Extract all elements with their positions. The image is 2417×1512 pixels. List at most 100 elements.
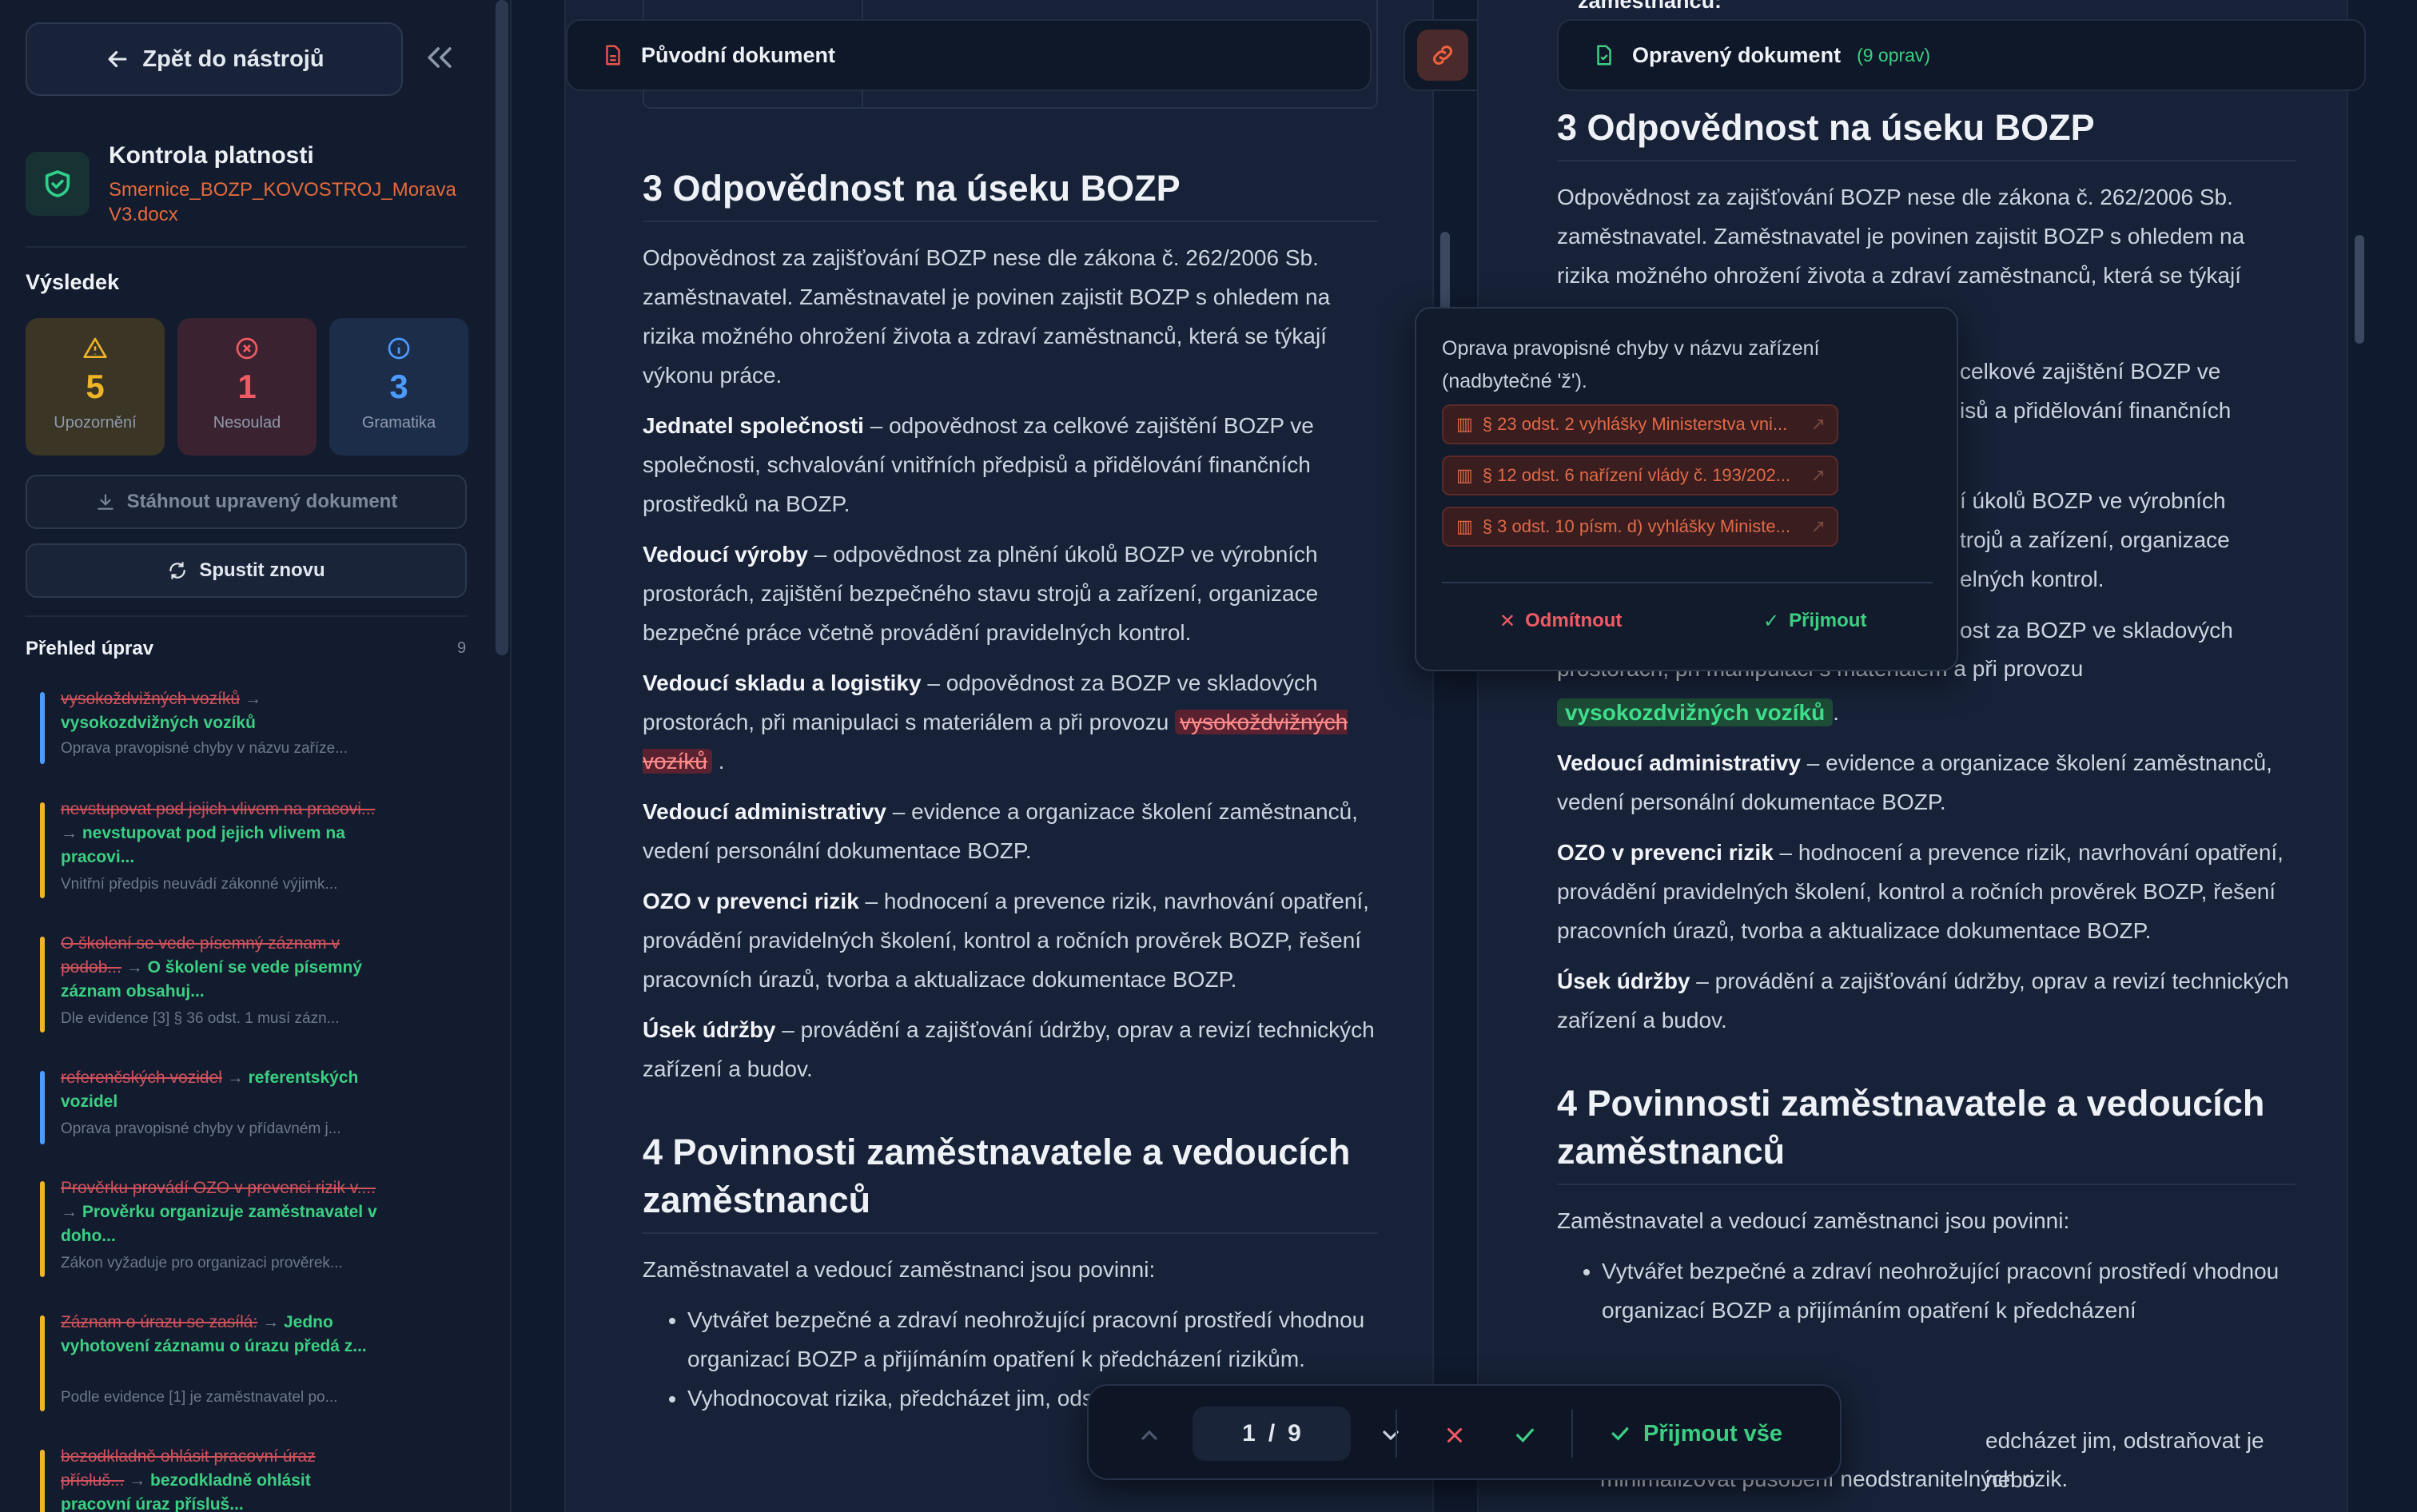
sidebar-scrollbar[interactable] [496, 0, 508, 655]
reject-button[interactable]: ✕ Odmítnout [1499, 601, 1622, 641]
correction-explanation: Oprava pravopisné chyby v názvu zařízení… [1442, 337, 1820, 392]
edit-type-bar [40, 692, 45, 764]
document-filename: Smernice_BOZP_KOVOSTROJ_Morava V3.docx [109, 179, 456, 225]
legal-reference-chip[interactable]: ▥ § 12 odst. 6 nařízení vlády č. 193/202… [1442, 456, 1838, 495]
highlighted-fix[interactable]: vysokozdvižných vozíků [1557, 698, 1834, 726]
reference-label: § 12 odst. 6 nařízení vlády č. 193/202..… [1482, 465, 1791, 485]
arrow-right-icon: → [129, 1471, 151, 1490]
paragraph: Zaměstnavatel a vedoucí zaměstnanci jsou… [1557, 1208, 2070, 1233]
reject-current-button[interactable] [1432, 1413, 1477, 1458]
stat-value: 3 [389, 368, 408, 405]
arrow-right-icon: → [61, 824, 82, 842]
text-fragment: elných kontrol. [1960, 567, 2104, 591]
sidebar: Zpět do nástrojů Kontrola platnosti Smer… [0, 0, 512, 1512]
section-heading: 3 Odpovědnost na úseku BOZP [643, 165, 1378, 222]
scrollbar[interactable] [2355, 235, 2364, 344]
rerun-button[interactable]: Spustit znovu [26, 543, 467, 598]
accept-all-button[interactable]: Přijmout vše [1608, 1408, 1782, 1459]
divider [26, 246, 467, 248]
divider [1571, 1410, 1573, 1458]
paragraph: vysokozdvižných vozíků. [1557, 693, 2296, 732]
download-edited-button[interactable]: Stáhnout upravený dokument [26, 475, 467, 529]
book-icon: ▥ [1456, 414, 1473, 434]
role-name: Vedoucí skladu a logistiky [643, 670, 922, 695]
corrected-document-panel: zaměstnanců: 3 Odpovědnost na úseku BOZP… [1477, 0, 2366, 1512]
edit-note: Oprava pravopisné chyby v přídavném j... [61, 1120, 341, 1137]
paragraph: Vedoucí administrativy – evidence a orga… [1557, 743, 2296, 822]
divider [1396, 1410, 1397, 1458]
arrow-right-icon: → [125, 958, 148, 977]
section-heading: 4 Povinnosti zaměstnavatele a vedoucích … [1557, 1080, 2296, 1185]
accept-label: Přijmout [1789, 610, 1867, 631]
text-fragment: ost za BOZP ve skladových [1960, 618, 2233, 643]
edit-old-text: vysokoždvižných vozíků [61, 690, 241, 708]
role-name: OZO v prevenci rizik [643, 889, 859, 913]
edit-type-bar [40, 1450, 45, 1512]
stat-label: Gramatika [361, 414, 436, 432]
text-fragment: trojů a zařízení, organizace [1960, 527, 2230, 552]
previous-button[interactable] [1127, 1413, 1172, 1458]
close-icon [1447, 1428, 1462, 1442]
next-button[interactable] [1368, 1413, 1413, 1458]
accept-button[interactable]: ✓ Přijmout [1763, 601, 1866, 641]
external-link-icon: ↗ [1810, 516, 1826, 536]
role-name: Vedoucí administrativy [1557, 750, 1801, 775]
paragraph: Vedoucí administrativy – evidence a orga… [643, 792, 1378, 870]
collapse-sidebar-icon[interactable] [422, 40, 457, 75]
role-name: Vedoucí výroby [643, 542, 808, 567]
text-fragment: zaměstnanců: [1578, 0, 1722, 13]
role-name: Jednatel společnosti [643, 413, 864, 438]
original-document-header: Původní dokument [566, 19, 1372, 91]
accept-current-button[interactable] [1503, 1413, 1547, 1458]
edit-old-text: referenčských vozidel [61, 1068, 222, 1087]
original-document-content: 3 Odpovědnost na úseku BOZP Odpovědnost … [643, 165, 1378, 1418]
stat-grammar[interactable]: 3 Gramatika [329, 318, 468, 456]
page-indicator: 1 / 9 [1193, 1407, 1351, 1461]
check-icon: ✓ [1763, 610, 1780, 632]
list-item: Vytvářet bezpečné a zdraví neohrožující … [687, 1300, 1378, 1379]
chevron-down-icon [1383, 1430, 1399, 1441]
sync-scroll-button[interactable] [1417, 30, 1468, 81]
scrollbar[interactable] [1440, 232, 1450, 312]
stat-label: Upozornění [54, 414, 137, 432]
download-label: Stáhnout upravený dokument [126, 491, 398, 512]
paragraph-fragment: í úkolů BOZP ve výrobních trojů a zaříze… [1960, 481, 2304, 599]
stat-value: 1 [237, 368, 257, 405]
arrow-right-icon: → [226, 1068, 249, 1087]
stat-warnings[interactable]: 5 Upozornění [26, 318, 165, 456]
text-fragment: celkové zajištění BOZP ve [1960, 359, 2221, 384]
text-fragment: isů a přidělování finančních [1960, 398, 2232, 423]
reject-label: Odmítnout [1525, 610, 1623, 631]
document-check-icon [1597, 45, 1611, 66]
document-icon [606, 45, 620, 66]
warning-icon [83, 337, 107, 358]
external-link-icon: ↗ [1810, 414, 1826, 434]
paragraph: Vedoucí skladu a logistiky – odpovědnost… [643, 670, 1348, 774]
edit-type-bar [40, 937, 45, 1033]
close-icon: ✕ [1499, 610, 1516, 632]
corrected-document-content-lower: prostorách, při manipulaci s materiálem … [1557, 649, 2296, 1330]
panel-title: Původní dokument [641, 42, 835, 67]
edit-new-text: Prověrku organizuje zaměstnavatel v doho… [61, 1203, 377, 1245]
current-index: 1 [1242, 1420, 1256, 1446]
paragraph: Úsek údržby – provádění a zajišťování úd… [1557, 961, 2296, 1040]
paragraph: Úsek údržby – provádění a zajišťování úd… [643, 1010, 1378, 1088]
role-name: Úsek údržby [1557, 969, 1690, 993]
reference-label: § 23 odst. 2 vyhlášky Ministerstva vni..… [1482, 414, 1788, 434]
text-fragment: í úkolů BOZP ve výrobních [1960, 488, 2226, 513]
shield-check-icon [26, 152, 90, 216]
info-icon [388, 337, 410, 360]
back-label: Zpět do nástrojů [142, 46, 325, 72]
edit-note: Vnitřní předpis neuvádí zákonné výjimk..… [61, 876, 338, 893]
section-heading: 4 Povinnosti zaměstnavatele a vedoucích … [643, 1128, 1378, 1234]
paragraph: OZO v prevenci rizik – hodnocení a preve… [643, 881, 1378, 999]
paragraph-fragment: celkové zajištění BOZP ve isů a přidělov… [1960, 352, 2304, 430]
stat-value: 5 [86, 368, 105, 405]
paragraph: Zaměstnavatel a vedoucí zaměstnanci jsou… [643, 1257, 1156, 1282]
legal-reference-chip[interactable]: ▥ § 3 odst. 10 písm. d) vyhlášky Ministe… [1442, 507, 1838, 547]
stat-conflicts[interactable]: 1 Nesoulad [177, 318, 317, 456]
legal-reference-chip[interactable]: ▥ § 23 odst. 2 vyhlášky Ministerstva vni… [1442, 404, 1838, 444]
divider [1442, 582, 1933, 583]
divider [26, 615, 467, 617]
back-to-tools-button[interactable]: Zpět do nástrojů [26, 22, 403, 96]
